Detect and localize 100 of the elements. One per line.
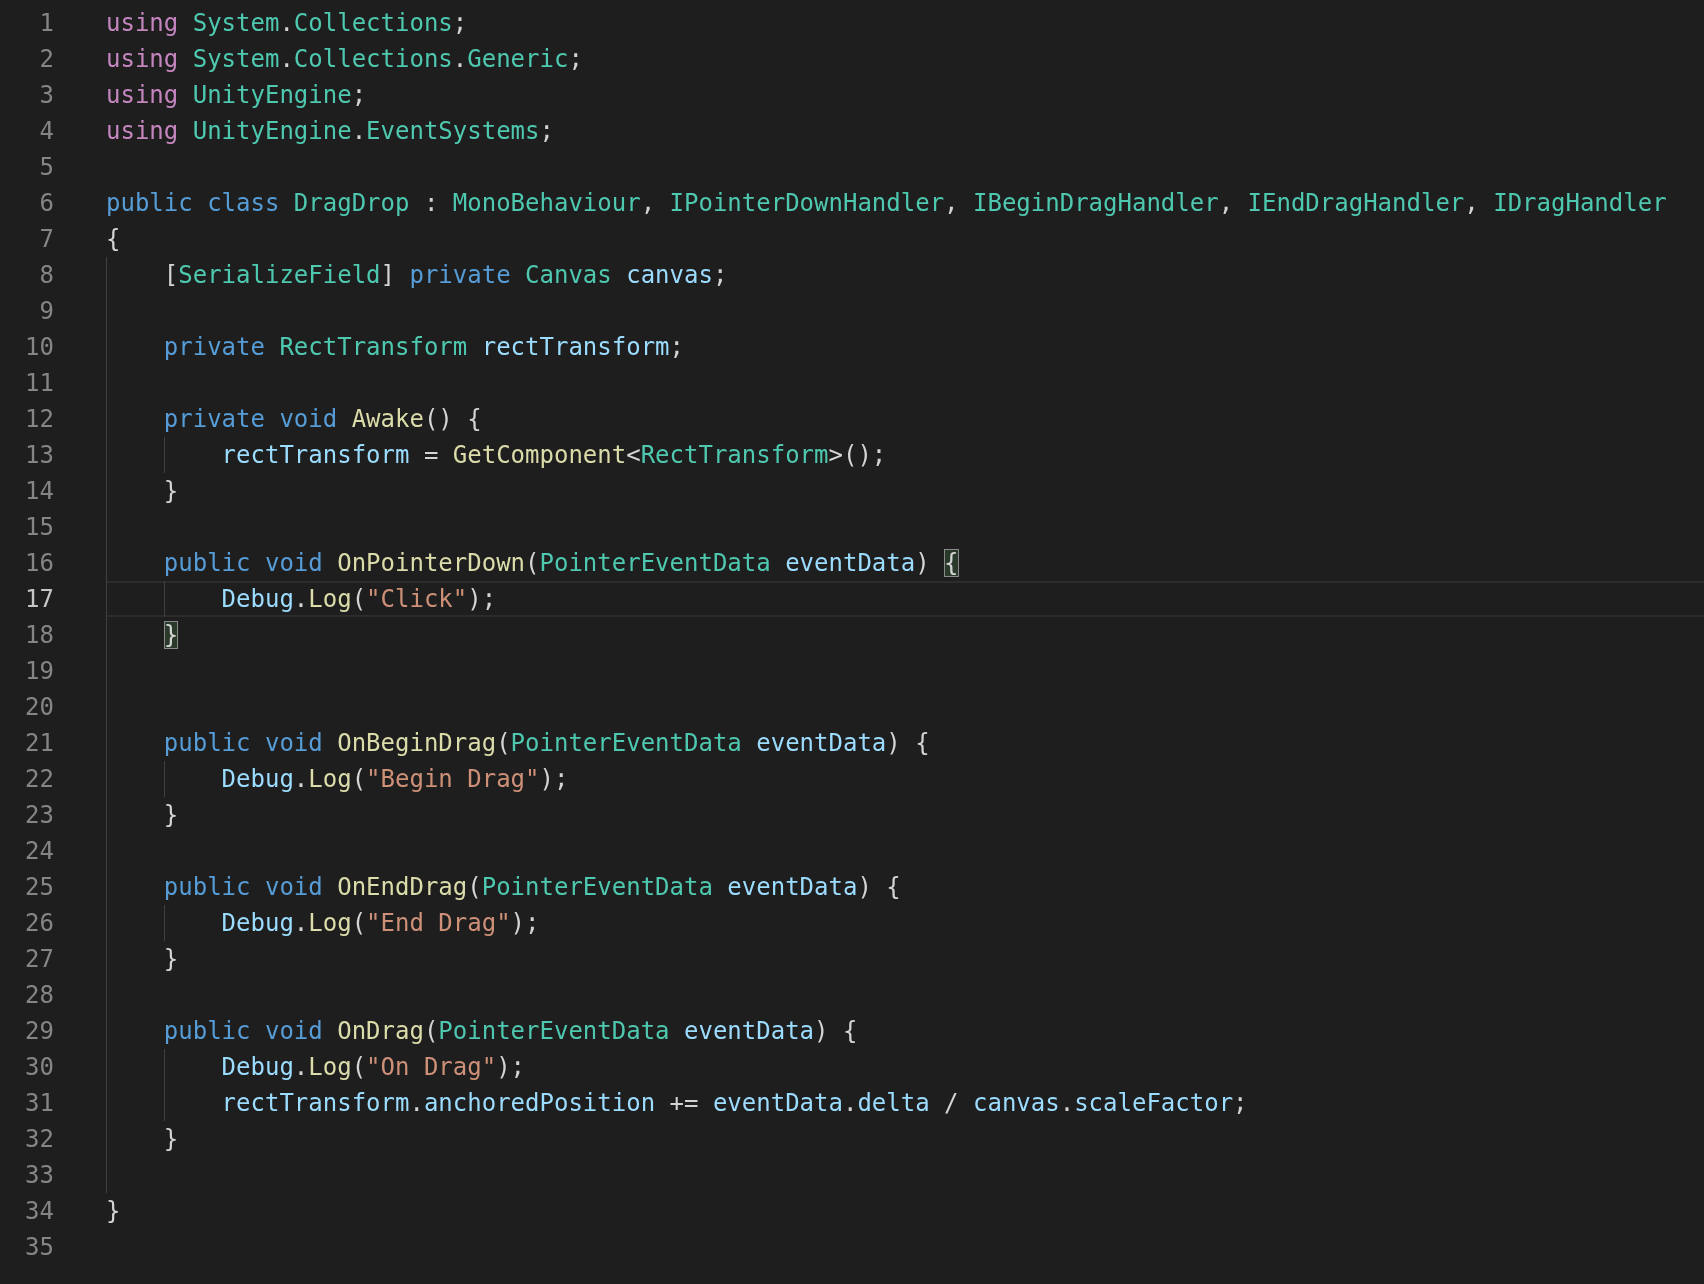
code-text: ; (452, 9, 468, 37)
line-number: 10 (24, 332, 55, 363)
line-number: 22 (24, 764, 55, 795)
code-text: } (163, 801, 179, 829)
line-number: 27 (24, 944, 55, 975)
code-text: } (163, 1125, 179, 1153)
variable-name: delta (857, 1089, 930, 1117)
line-number: 24 (24, 836, 55, 867)
variable-name: eventData (684, 1017, 815, 1045)
code-text: , (1464, 189, 1479, 217)
code-text: } (163, 477, 179, 505)
keyword: public void (163, 873, 323, 901)
code-text: . (351, 117, 367, 145)
code-text: } (106, 1197, 121, 1225)
type-name: PointerEventData (438, 1017, 670, 1045)
keyword: using (106, 117, 179, 145)
type-name: RectTransform (640, 441, 829, 469)
type-name: PointerEventData (481, 873, 713, 901)
code-text: , (944, 189, 959, 217)
code-text: ( (525, 549, 540, 577)
variable-name: rectTransform (481, 333, 670, 361)
line-number: 14 (24, 476, 55, 507)
variable-name: canvas (973, 1089, 1060, 1117)
variable-name: Debug (221, 765, 294, 793)
code-text: [ (163, 261, 179, 289)
code-text: : (423, 189, 439, 217)
line-number: 4 (38, 116, 55, 147)
variable-name: canvas (626, 261, 713, 289)
string-literal: "On Drag" (366, 1053, 497, 1081)
code-text: ; (539, 117, 554, 145)
type-name: PointerEventData (510, 729, 742, 757)
line-number: 16 (24, 548, 55, 579)
line-number: 9 (38, 296, 55, 327)
code-text: ) (915, 549, 930, 577)
line-number: 6 (38, 188, 55, 219)
code-text: ( (351, 909, 367, 937)
code-text: . (279, 9, 294, 37)
line-number: 31 (24, 1088, 55, 1119)
code-text: . (293, 765, 309, 793)
type-name: PointerEventData (539, 549, 771, 577)
code-text: ( (423, 1017, 439, 1045)
type-name: IBeginDragHandler (973, 189, 1219, 217)
line-number: 7 (38, 224, 55, 255)
code-text: , (640, 189, 656, 217)
line-number: 13 (24, 440, 55, 471)
code-text: / (944, 1089, 959, 1117)
line-number: 18 (24, 620, 55, 651)
code-text: ] (380, 261, 395, 289)
code-text: ; (669, 333, 684, 361)
function-name: Log (308, 909, 352, 937)
variable-name: eventData (712, 1089, 843, 1117)
function-name: OnBeginDrag (337, 729, 497, 757)
code-text: ) { (886, 729, 930, 757)
variable-name: eventData (785, 549, 916, 577)
keyword: private (163, 333, 265, 361)
code-text: ( (351, 585, 367, 613)
type-name: Canvas (525, 261, 612, 289)
type-name: IPointerDownHandler (669, 189, 945, 217)
variable-name: rectTransform (221, 1089, 410, 1117)
code-text: , (1218, 189, 1234, 217)
line-number: 33 (24, 1160, 55, 1191)
string-literal: "End Drag" (366, 909, 511, 937)
code-text: ( (351, 1053, 367, 1081)
variable-name: scaleFactor (1074, 1089, 1234, 1117)
function-name: Log (308, 765, 352, 793)
code-text: ; (712, 261, 728, 289)
code-text: ); (510, 909, 540, 937)
code-text: ) { (814, 1017, 858, 1045)
code-text: . (293, 1053, 309, 1081)
variable-name: rectTransform (221, 441, 410, 469)
keyword: public void (163, 729, 323, 757)
code-text: . (842, 1089, 858, 1117)
code-text: ( (467, 873, 482, 901)
variable-name: Debug (221, 909, 294, 937)
keyword: using (106, 81, 179, 109)
line-number: 2 (38, 44, 55, 75)
line-number: 25 (24, 872, 55, 903)
line-number: 21 (24, 728, 55, 759)
line-number: 28 (24, 980, 55, 1011)
code-text: . (293, 909, 309, 937)
code-text: ); (496, 1053, 526, 1081)
code-text: ( (496, 729, 511, 757)
string-literal: "Begin Drag" (366, 765, 540, 793)
line-number: 35 (24, 1232, 55, 1263)
function-name: Log (308, 585, 352, 613)
variable-name: eventData (756, 729, 887, 757)
line-number: 11 (24, 368, 55, 399)
line-number: 8 (38, 260, 55, 291)
line-number: 29 (24, 1016, 55, 1047)
code-text: ; (351, 81, 367, 109)
function-name: GetComponent (452, 441, 627, 469)
line-number: 19 (24, 656, 55, 687)
type-name: System (192, 9, 280, 37)
variable-name: eventData (727, 873, 858, 901)
code-text: () { (423, 405, 482, 433)
type-name: SerializeField (178, 261, 381, 289)
code-text: . (409, 1089, 424, 1117)
line-number: 20 (24, 692, 55, 723)
line-number: 32 (24, 1124, 55, 1155)
code-text: . (279, 45, 294, 73)
